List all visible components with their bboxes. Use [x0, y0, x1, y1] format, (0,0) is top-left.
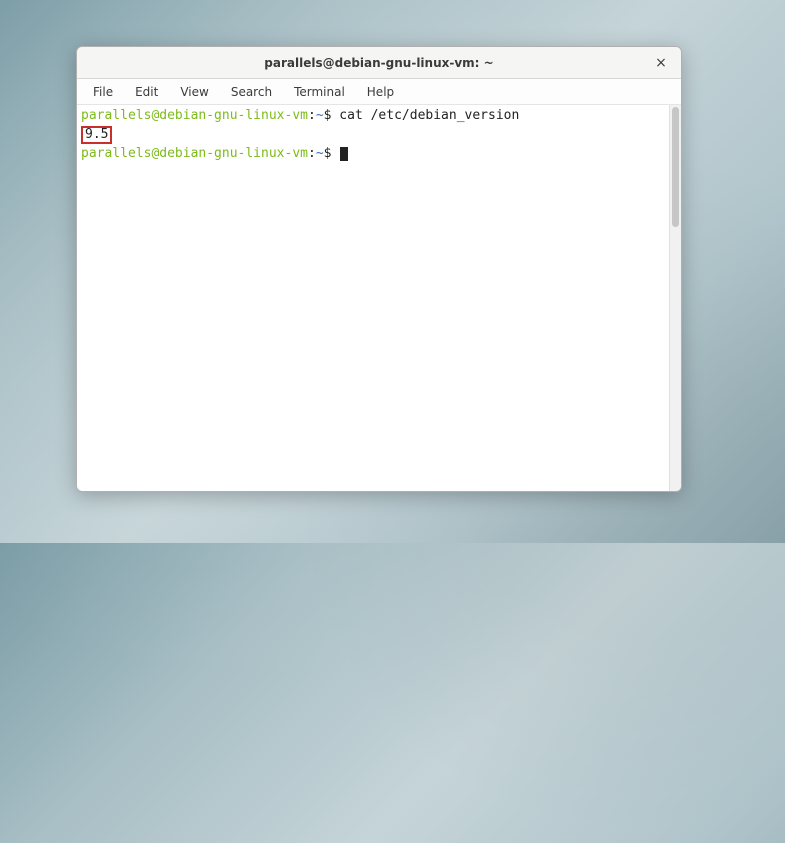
terminal-window: parallels@debian-gnu-linux-vm: ~ × File …	[76, 46, 682, 492]
menu-item-file[interactable]: File	[83, 82, 123, 102]
scrollbar[interactable]	[669, 105, 681, 491]
prompt-sep-2: :	[308, 146, 316, 161]
menu-item-search[interactable]: Search	[221, 82, 282, 102]
menu-item-view[interactable]: View	[170, 82, 218, 102]
terminal-content[interactable]: parallels@debian-gnu-linux-vm:~$ cat /et…	[77, 105, 669, 491]
titlebar[interactable]: parallels@debian-gnu-linux-vm: ~ ×	[77, 47, 681, 79]
menu-item-terminal[interactable]: Terminal	[284, 82, 355, 102]
scroll-thumb[interactable]	[672, 107, 679, 227]
cursor-block	[340, 147, 348, 161]
prompt-path: ~	[316, 108, 324, 123]
prompt-symbol: $	[324, 108, 332, 123]
close-button[interactable]: ×	[651, 53, 671, 73]
close-icon: ×	[655, 55, 667, 71]
prompt-path-2: ~	[316, 146, 324, 161]
command-text: cat /etc/debian_version	[339, 108, 519, 123]
menu-item-edit[interactable]: Edit	[125, 82, 168, 102]
menubar: File Edit View Search Terminal Help	[77, 79, 681, 105]
prompt-sep: :	[308, 108, 316, 123]
prompt-user-host-2: parallels@debian-gnu-linux-vm	[81, 146, 308, 161]
prompt-user-host: parallels@debian-gnu-linux-vm	[81, 108, 308, 123]
menu-item-help[interactable]: Help	[357, 82, 404, 102]
prompt-symbol-2: $	[324, 146, 332, 161]
command-output-highlighted: 9.5	[81, 126, 112, 144]
terminal-body[interactable]: parallels@debian-gnu-linux-vm:~$ cat /et…	[77, 105, 681, 491]
window-title: parallels@debian-gnu-linux-vm: ~	[77, 56, 681, 70]
